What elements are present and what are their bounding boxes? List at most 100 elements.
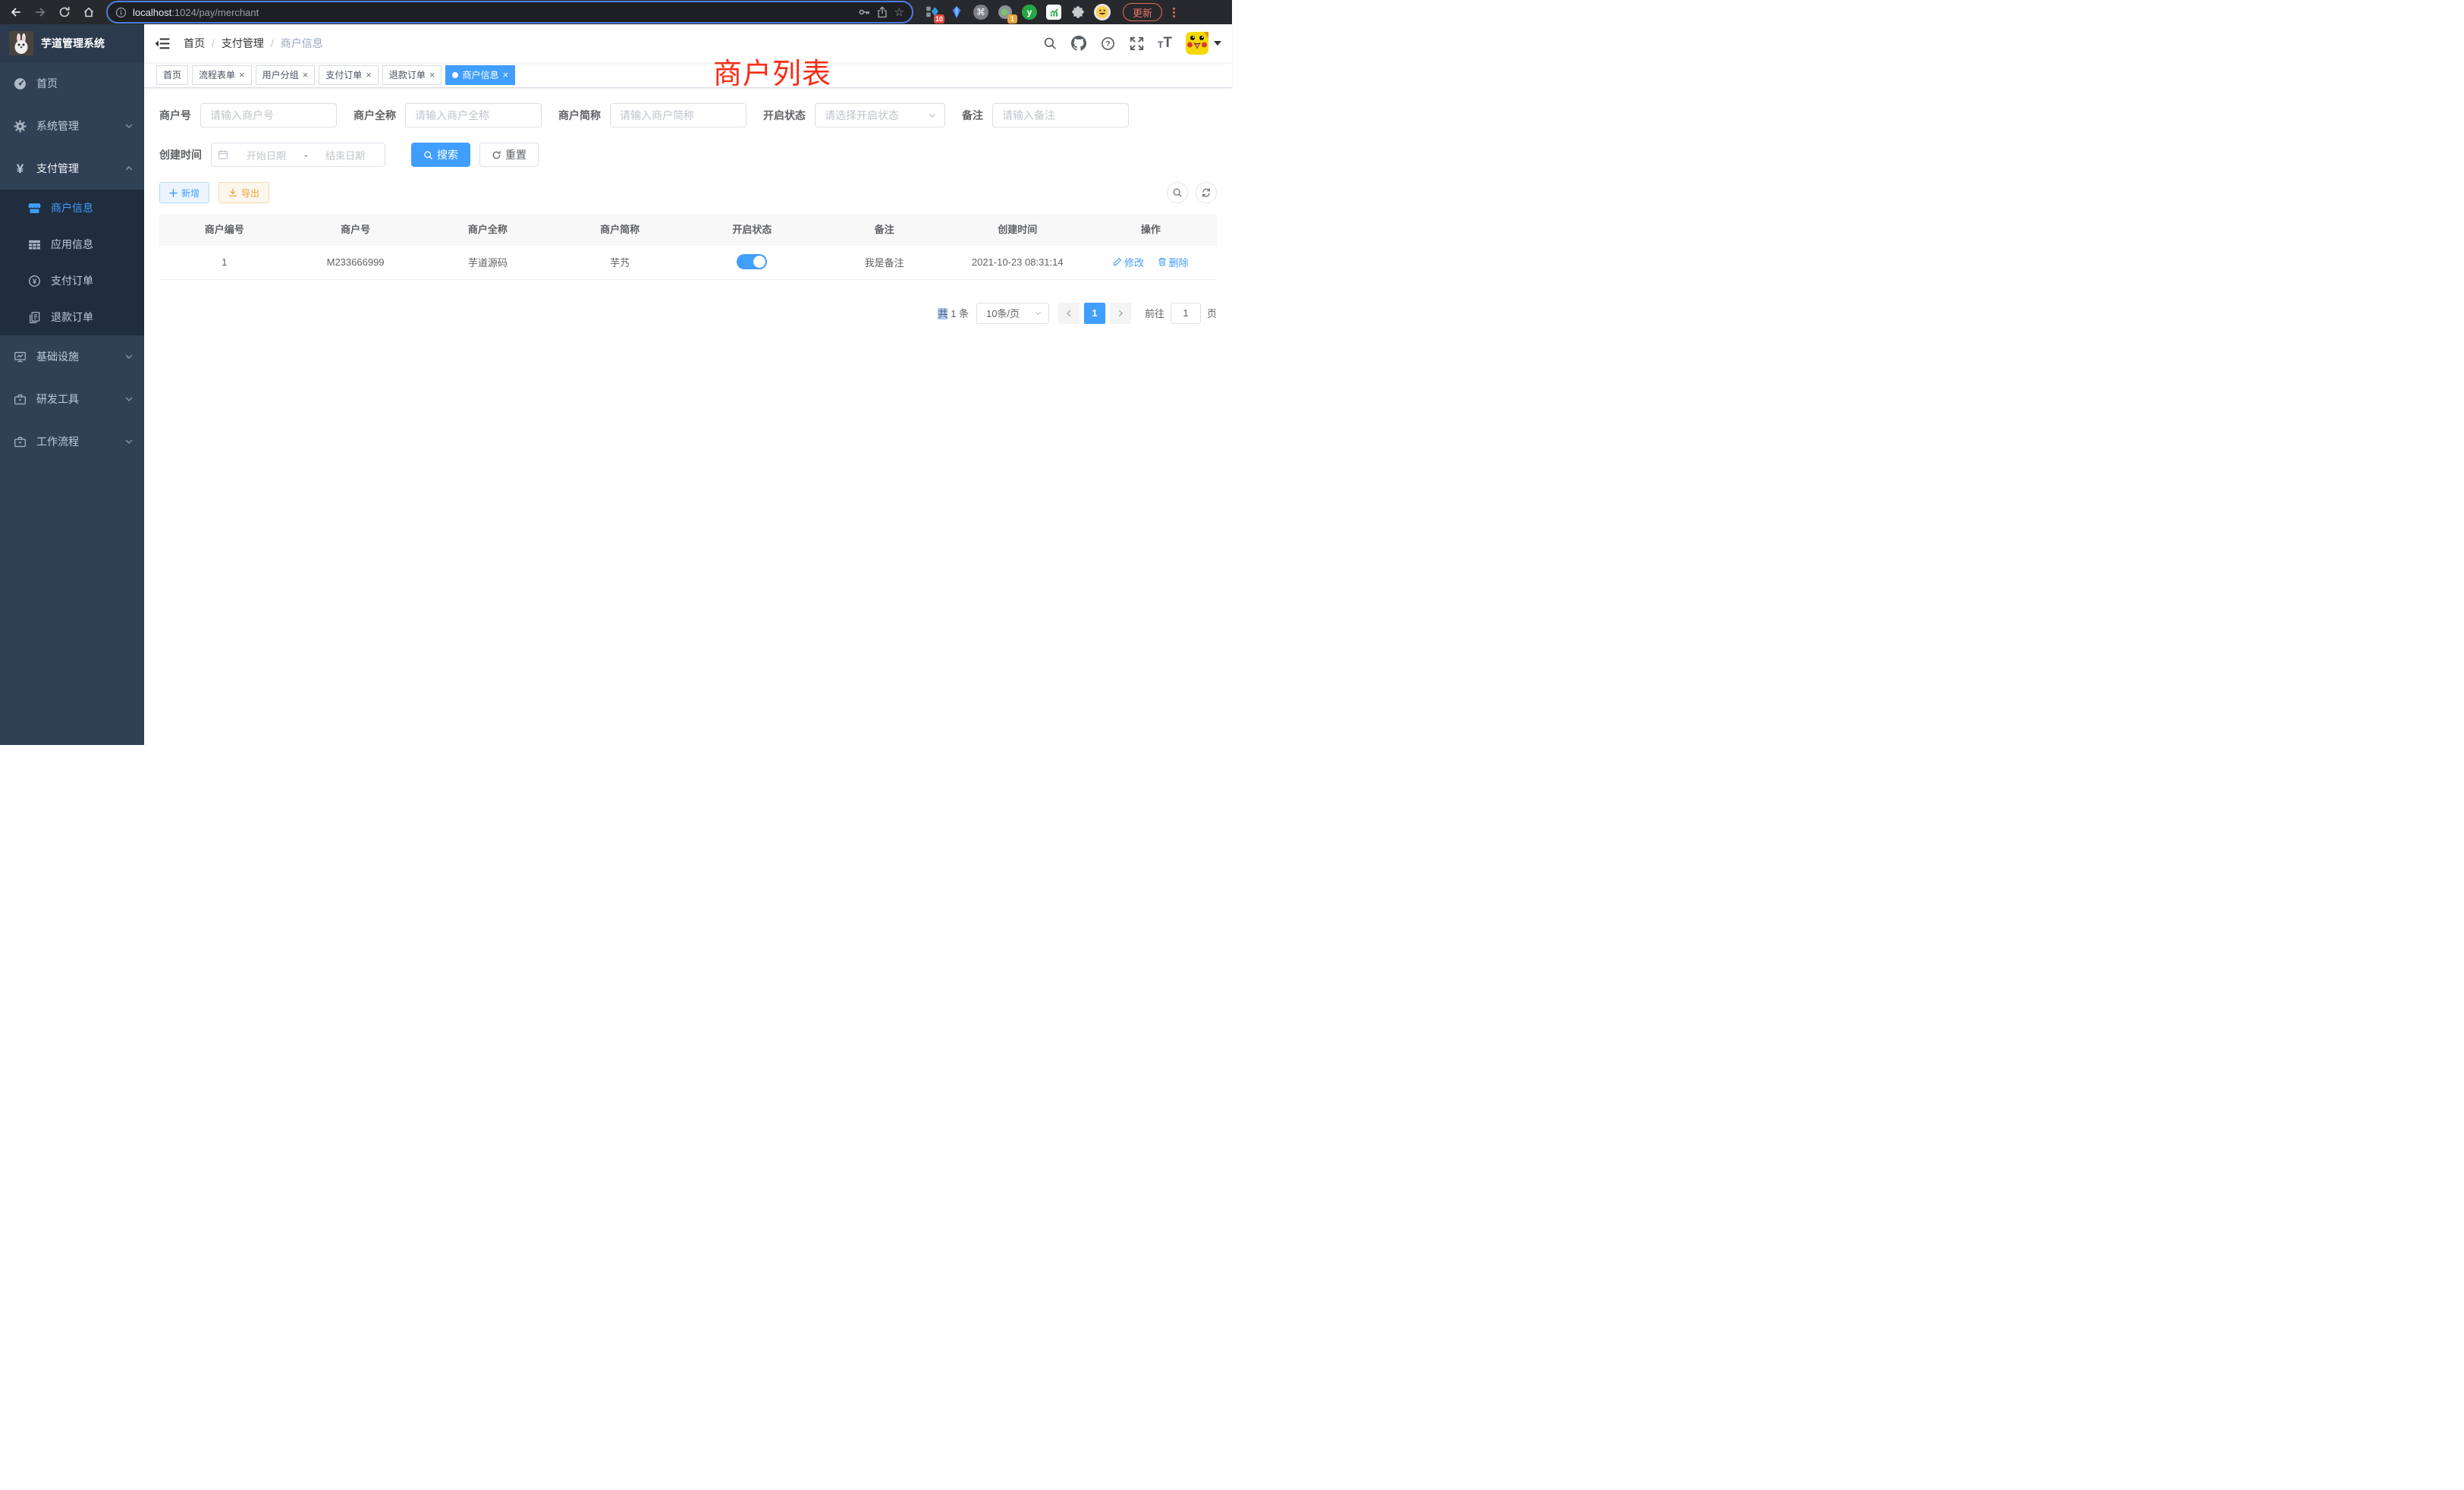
filter-status: 开启状态 请选择开启状态: [763, 103, 945, 127]
col-full-name: 商户全称: [422, 214, 554, 244]
sidebar-item-refund-order[interactable]: 退款订单: [0, 299, 144, 335]
tab-pay-order[interactable]: 支付订单: [319, 65, 379, 85]
browser-reload-icon[interactable]: [55, 2, 74, 22]
sidebar-item-workflow[interactable]: 工作流程: [0, 420, 144, 463]
browser-back-icon[interactable]: [6, 2, 26, 22]
browser-forward-icon[interactable]: [30, 2, 50, 22]
chevron-down-icon: [1214, 41, 1221, 46]
col-merchant-id: 商户编号: [159, 214, 289, 244]
y-extension-icon[interactable]: y: [1021, 4, 1038, 20]
fullscreen-icon[interactable]: [1129, 36, 1144, 51]
bookmark-star-icon[interactable]: ☆: [894, 7, 904, 18]
monitor-icon: [14, 350, 27, 363]
search-button[interactable]: 搜索: [411, 143, 470, 167]
chart-extension-icon[interactable]: [1045, 4, 1062, 20]
tab-merchant-info[interactable]: 商户信息: [445, 65, 515, 85]
command-extension-icon[interactable]: ⌘: [973, 4, 989, 20]
cell-full-name: 芋道源码: [422, 244, 554, 279]
navbar: 首页 / 支付管理 / 商户信息 ?: [144, 24, 1232, 62]
help-icon[interactable]: ?: [1100, 36, 1115, 51]
dot-extension-icon[interactable]: 1: [997, 4, 1014, 20]
remark-input[interactable]: [992, 103, 1129, 127]
end-date-placeholder: 结束日期: [312, 148, 379, 162]
tab-refund-order[interactable]: 退款订单: [382, 65, 442, 85]
refresh-icon: [492, 150, 501, 160]
content: 商户号 商户全称 商户简称 开启状态 请选择开启状态: [144, 88, 1232, 745]
yen-circle-icon: ¥: [28, 275, 41, 288]
status-toggle[interactable]: [737, 254, 767, 269]
active-dot: [452, 72, 458, 78]
table-grid-icon: [28, 238, 41, 251]
date-range-picker[interactable]: 开始日期 - 结束日期: [211, 143, 385, 167]
col-merchant-no: 商户号: [289, 214, 421, 244]
refresh-table-button[interactable]: [1196, 182, 1217, 203]
gem-extension-icon[interactable]: [948, 4, 965, 20]
breadcrumb-pay[interactable]: 支付管理: [222, 36, 264, 51]
user-menu[interactable]: [1186, 32, 1221, 55]
filter-short-name: 商户简称: [558, 103, 746, 127]
github-icon[interactable]: [1071, 36, 1086, 51]
briefcase-icon: [14, 393, 27, 406]
chevron-down-icon: [928, 111, 937, 120]
sidebar-item-pay-order[interactable]: ¥ 支付订单: [0, 262, 144, 299]
tab-user-group[interactable]: 用户分组: [256, 65, 316, 85]
browser-toolbar: localhost:1024/pay/merchant ☆ 10 ⌘: [0, 0, 1232, 24]
cell-remark: 我是备注: [818, 244, 950, 279]
prev-page-button[interactable]: [1058, 303, 1080, 324]
address-bar[interactable]: localhost:1024/pay/merchant ☆: [108, 2, 912, 22]
puzzle-extensions-icon[interactable]: [1070, 4, 1086, 20]
tab-home[interactable]: 首页: [156, 65, 188, 85]
hide-search-button[interactable]: [1167, 182, 1188, 203]
reset-button[interactable]: 重置: [479, 143, 539, 167]
goto-page-input[interactable]: [1171, 303, 1201, 324]
sidebar-item-home[interactable]: 首页: [0, 62, 144, 105]
edit-link[interactable]: 修改: [1113, 255, 1144, 269]
svg-text:?: ?: [1105, 40, 1110, 49]
add-button[interactable]: 新增: [159, 182, 209, 203]
refresh-icon: [1201, 187, 1212, 198]
tab-process-form[interactable]: 流程表单: [192, 65, 252, 85]
close-icon[interactable]: [366, 69, 372, 80]
annotation-title: 商户列表: [713, 50, 831, 92]
site-info-icon[interactable]: [115, 7, 127, 18]
short-name-input[interactable]: [610, 103, 746, 127]
sidebar-item-pay[interactable]: ¥ 支付管理: [0, 147, 144, 190]
sidebar-item-infra[interactable]: 基础设施: [0, 335, 144, 378]
col-create-time: 创建时间: [951, 214, 1085, 244]
sidebar-item-app-info[interactable]: 应用信息: [0, 226, 144, 262]
breadcrumb-home[interactable]: 首页: [184, 36, 205, 51]
app-logo-row[interactable]: 芋道管理系统: [0, 24, 144, 62]
url-text: localhost:1024/pay/merchant: [133, 7, 259, 18]
share-icon[interactable]: [876, 6, 888, 18]
font-size-icon[interactable]: [1158, 35, 1172, 52]
next-page-button[interactable]: [1110, 303, 1131, 324]
sidebar-fold-icon[interactable]: [155, 35, 171, 52]
search-icon[interactable]: [1042, 36, 1058, 51]
status-select[interactable]: 请选择开启状态: [815, 103, 945, 127]
sidebar-item-merchant-info[interactable]: 商户信息: [0, 190, 144, 226]
sidebar-item-system[interactable]: 系统管理: [0, 105, 144, 147]
close-icon[interactable]: [303, 69, 309, 80]
close-icon[interactable]: [239, 69, 245, 80]
page-size-select[interactable]: 10条/页: [976, 303, 1049, 324]
close-icon[interactable]: [429, 69, 435, 80]
filter-remark: 备注: [962, 103, 1129, 127]
page-number-1[interactable]: 1: [1084, 303, 1105, 324]
cell-status: [686, 244, 818, 279]
key-icon[interactable]: [858, 6, 870, 18]
chrome-menu-icon[interactable]: [1168, 8, 1179, 17]
close-icon[interactable]: [502, 69, 508, 80]
grid-extension-icon[interactable]: 10: [924, 4, 941, 20]
chrome-update-button[interactable]: 更新: [1123, 3, 1162, 21]
profile-avatar-icon[interactable]: [1094, 4, 1111, 20]
col-status: 开启状态: [686, 214, 818, 244]
browser-home-icon[interactable]: [79, 2, 99, 22]
chevron-down-icon: [124, 395, 134, 404]
full-name-input[interactable]: [405, 103, 542, 127]
sidebar-item-dev-tools[interactable]: 研发工具: [0, 378, 144, 420]
cell-merchant-id: 1: [159, 244, 289, 279]
delete-link[interactable]: 删除: [1158, 255, 1189, 269]
export-button[interactable]: 导出: [218, 182, 269, 203]
merchant-no-input[interactable]: [200, 103, 337, 127]
sidebar-menu: 首页 系统管理 ¥ 支付管理: [0, 62, 144, 463]
